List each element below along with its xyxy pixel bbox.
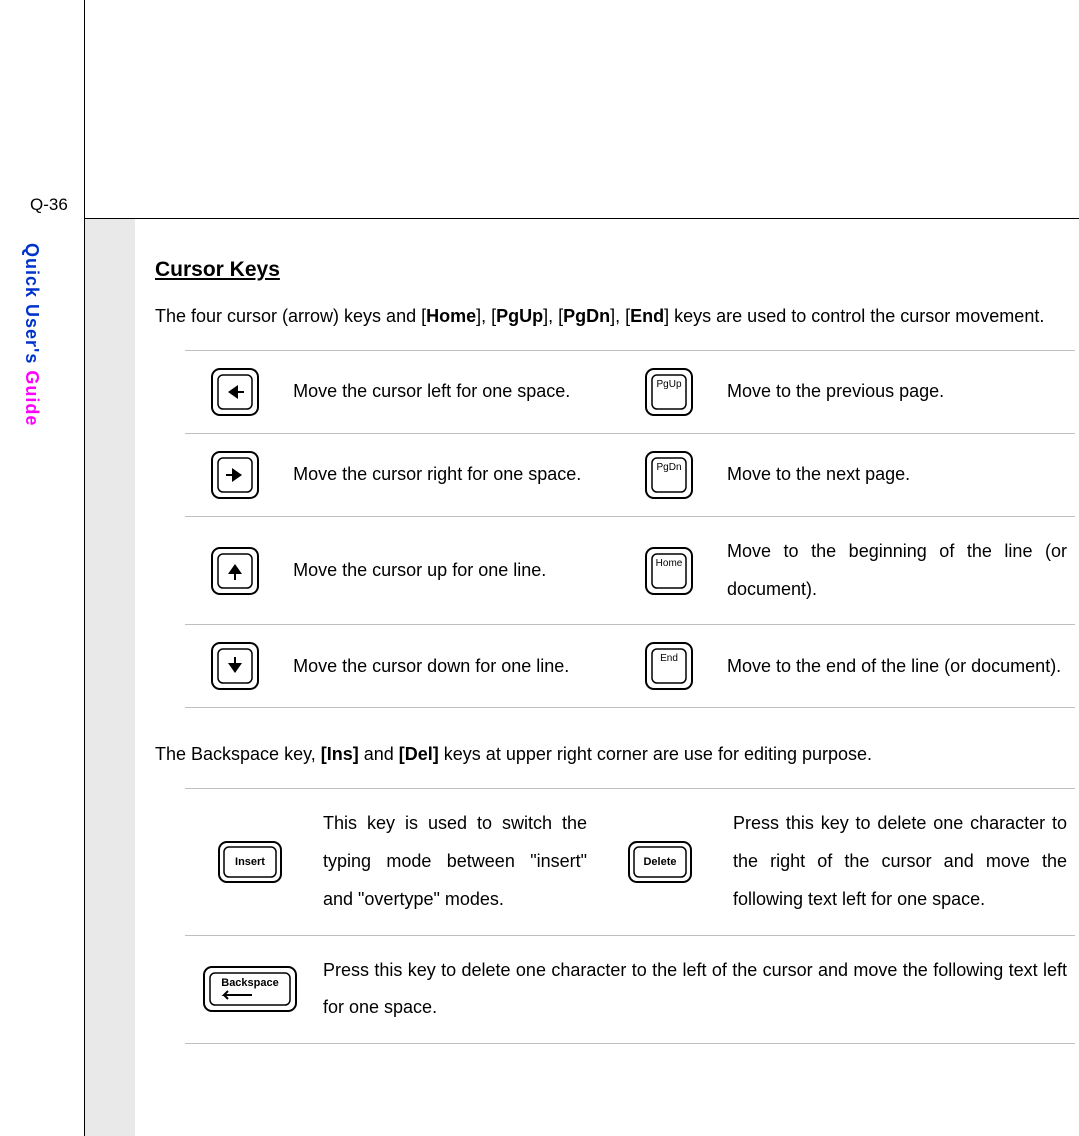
delete-key-icon: Delete bbox=[627, 840, 693, 884]
key-description: Move the cursor up for one line. bbox=[285, 516, 619, 625]
pgdn-key-icon: PgDn bbox=[644, 450, 694, 500]
key-description: Move the cursor left for one space. bbox=[285, 350, 619, 433]
svg-text:PgDn: PgDn bbox=[656, 462, 681, 473]
mid-part: and bbox=[359, 744, 399, 764]
side-tab-label: Quick User's Guide bbox=[21, 243, 42, 426]
key-description: Move the cursor right for one space. bbox=[285, 433, 619, 516]
keycap-cell bbox=[185, 625, 285, 708]
margin-grey-bar bbox=[85, 219, 135, 1136]
keycap-cell: Home bbox=[619, 516, 719, 625]
mid-paragraph: The Backspace key, [Ins] and [Del] keys … bbox=[155, 736, 1075, 774]
intro-part: The four cursor (arrow) keys and [ bbox=[155, 306, 426, 326]
arrow-up-key-icon bbox=[210, 546, 260, 596]
mid-part: keys at upper right corner are use for e… bbox=[439, 744, 872, 764]
key-description: Press this key to delete one character t… bbox=[725, 789, 1075, 935]
table-row: Move the cursor left for one space. PgUp… bbox=[185, 350, 1075, 433]
svg-text:Insert: Insert bbox=[235, 856, 265, 868]
intro-part: ] keys are used to control the cursor mo… bbox=[664, 306, 1044, 326]
intro-key-pgdn: PgDn bbox=[563, 306, 610, 326]
section-title: Cursor Keys bbox=[155, 248, 1075, 292]
keycap-cell: Insert bbox=[185, 789, 315, 935]
side-tab-primary: Quick User's bbox=[22, 243, 42, 370]
side-tab-secondary: Guide bbox=[22, 370, 42, 426]
key-description: Press this key to delete one character t… bbox=[315, 935, 1075, 1044]
keycap-cell: Backspace bbox=[185, 935, 315, 1044]
page-number: Q-36 bbox=[30, 195, 68, 215]
backspace-key-icon: Backspace bbox=[202, 965, 298, 1013]
svg-text:Backspace: Backspace bbox=[221, 977, 279, 989]
mid-part: The Backspace key, bbox=[155, 744, 321, 764]
insert-key-icon: Insert bbox=[217, 840, 283, 884]
table-row: Insert This key is used to switch the ty… bbox=[185, 789, 1075, 935]
arrow-left-key-icon bbox=[210, 367, 260, 417]
svg-text:PgUp: PgUp bbox=[656, 379, 681, 390]
keycap-cell: PgDn bbox=[619, 433, 719, 516]
keycap-cell: Delete bbox=[595, 789, 725, 935]
intro-key-home: Home bbox=[426, 306, 476, 326]
keycap-cell: PgUp bbox=[619, 350, 719, 433]
keycap-cell bbox=[185, 350, 285, 433]
cursor-keys-table: Move the cursor left for one space. PgUp… bbox=[185, 350, 1075, 709]
mid-key-ins: [Ins] bbox=[321, 744, 359, 764]
intro-key-end: End bbox=[630, 306, 664, 326]
mid-key-del: [Del] bbox=[399, 744, 439, 764]
intro-part: ], [ bbox=[610, 306, 630, 326]
header-rule bbox=[85, 218, 1079, 219]
pgup-key-icon: PgUp bbox=[644, 367, 694, 417]
keycap-cell: End bbox=[619, 625, 719, 708]
keycap-cell bbox=[185, 433, 285, 516]
table-row: Move the cursor up for one line. Home Mo… bbox=[185, 516, 1075, 625]
key-description: Move to the next page. bbox=[719, 433, 1075, 516]
svg-text:Home: Home bbox=[656, 558, 683, 569]
keycap-cell bbox=[185, 516, 285, 625]
intro-part: ], [ bbox=[476, 306, 496, 326]
svg-text:End: End bbox=[660, 653, 678, 664]
editing-keys-table: Insert This key is used to switch the ty… bbox=[185, 788, 1075, 1044]
key-description: Move to the previous page. bbox=[719, 350, 1075, 433]
svg-text:Delete: Delete bbox=[643, 856, 676, 868]
intro-part: ], [ bbox=[543, 306, 563, 326]
content-area: Cursor Keys The four cursor (arrow) keys… bbox=[155, 248, 1075, 1044]
table-row: Backspace Press this key to delete one c… bbox=[185, 935, 1075, 1044]
end-key-icon: End bbox=[644, 641, 694, 691]
key-description: This key is used to switch the typing mo… bbox=[315, 789, 595, 935]
key-description: Move to the beginning of the line (or do… bbox=[719, 516, 1075, 625]
home-key-icon: Home bbox=[644, 546, 694, 596]
table-row: Move the cursor down for one line. End M… bbox=[185, 625, 1075, 708]
key-description: Move the cursor down for one line. bbox=[285, 625, 619, 708]
intro-paragraph: The four cursor (arrow) keys and [Home],… bbox=[155, 298, 1075, 336]
table-row: Move the cursor right for one space. PgD… bbox=[185, 433, 1075, 516]
key-description: Move to the end of the line (or document… bbox=[719, 625, 1075, 708]
arrow-right-key-icon bbox=[210, 450, 260, 500]
intro-key-pgup: PgUp bbox=[496, 306, 543, 326]
arrow-down-key-icon bbox=[210, 641, 260, 691]
